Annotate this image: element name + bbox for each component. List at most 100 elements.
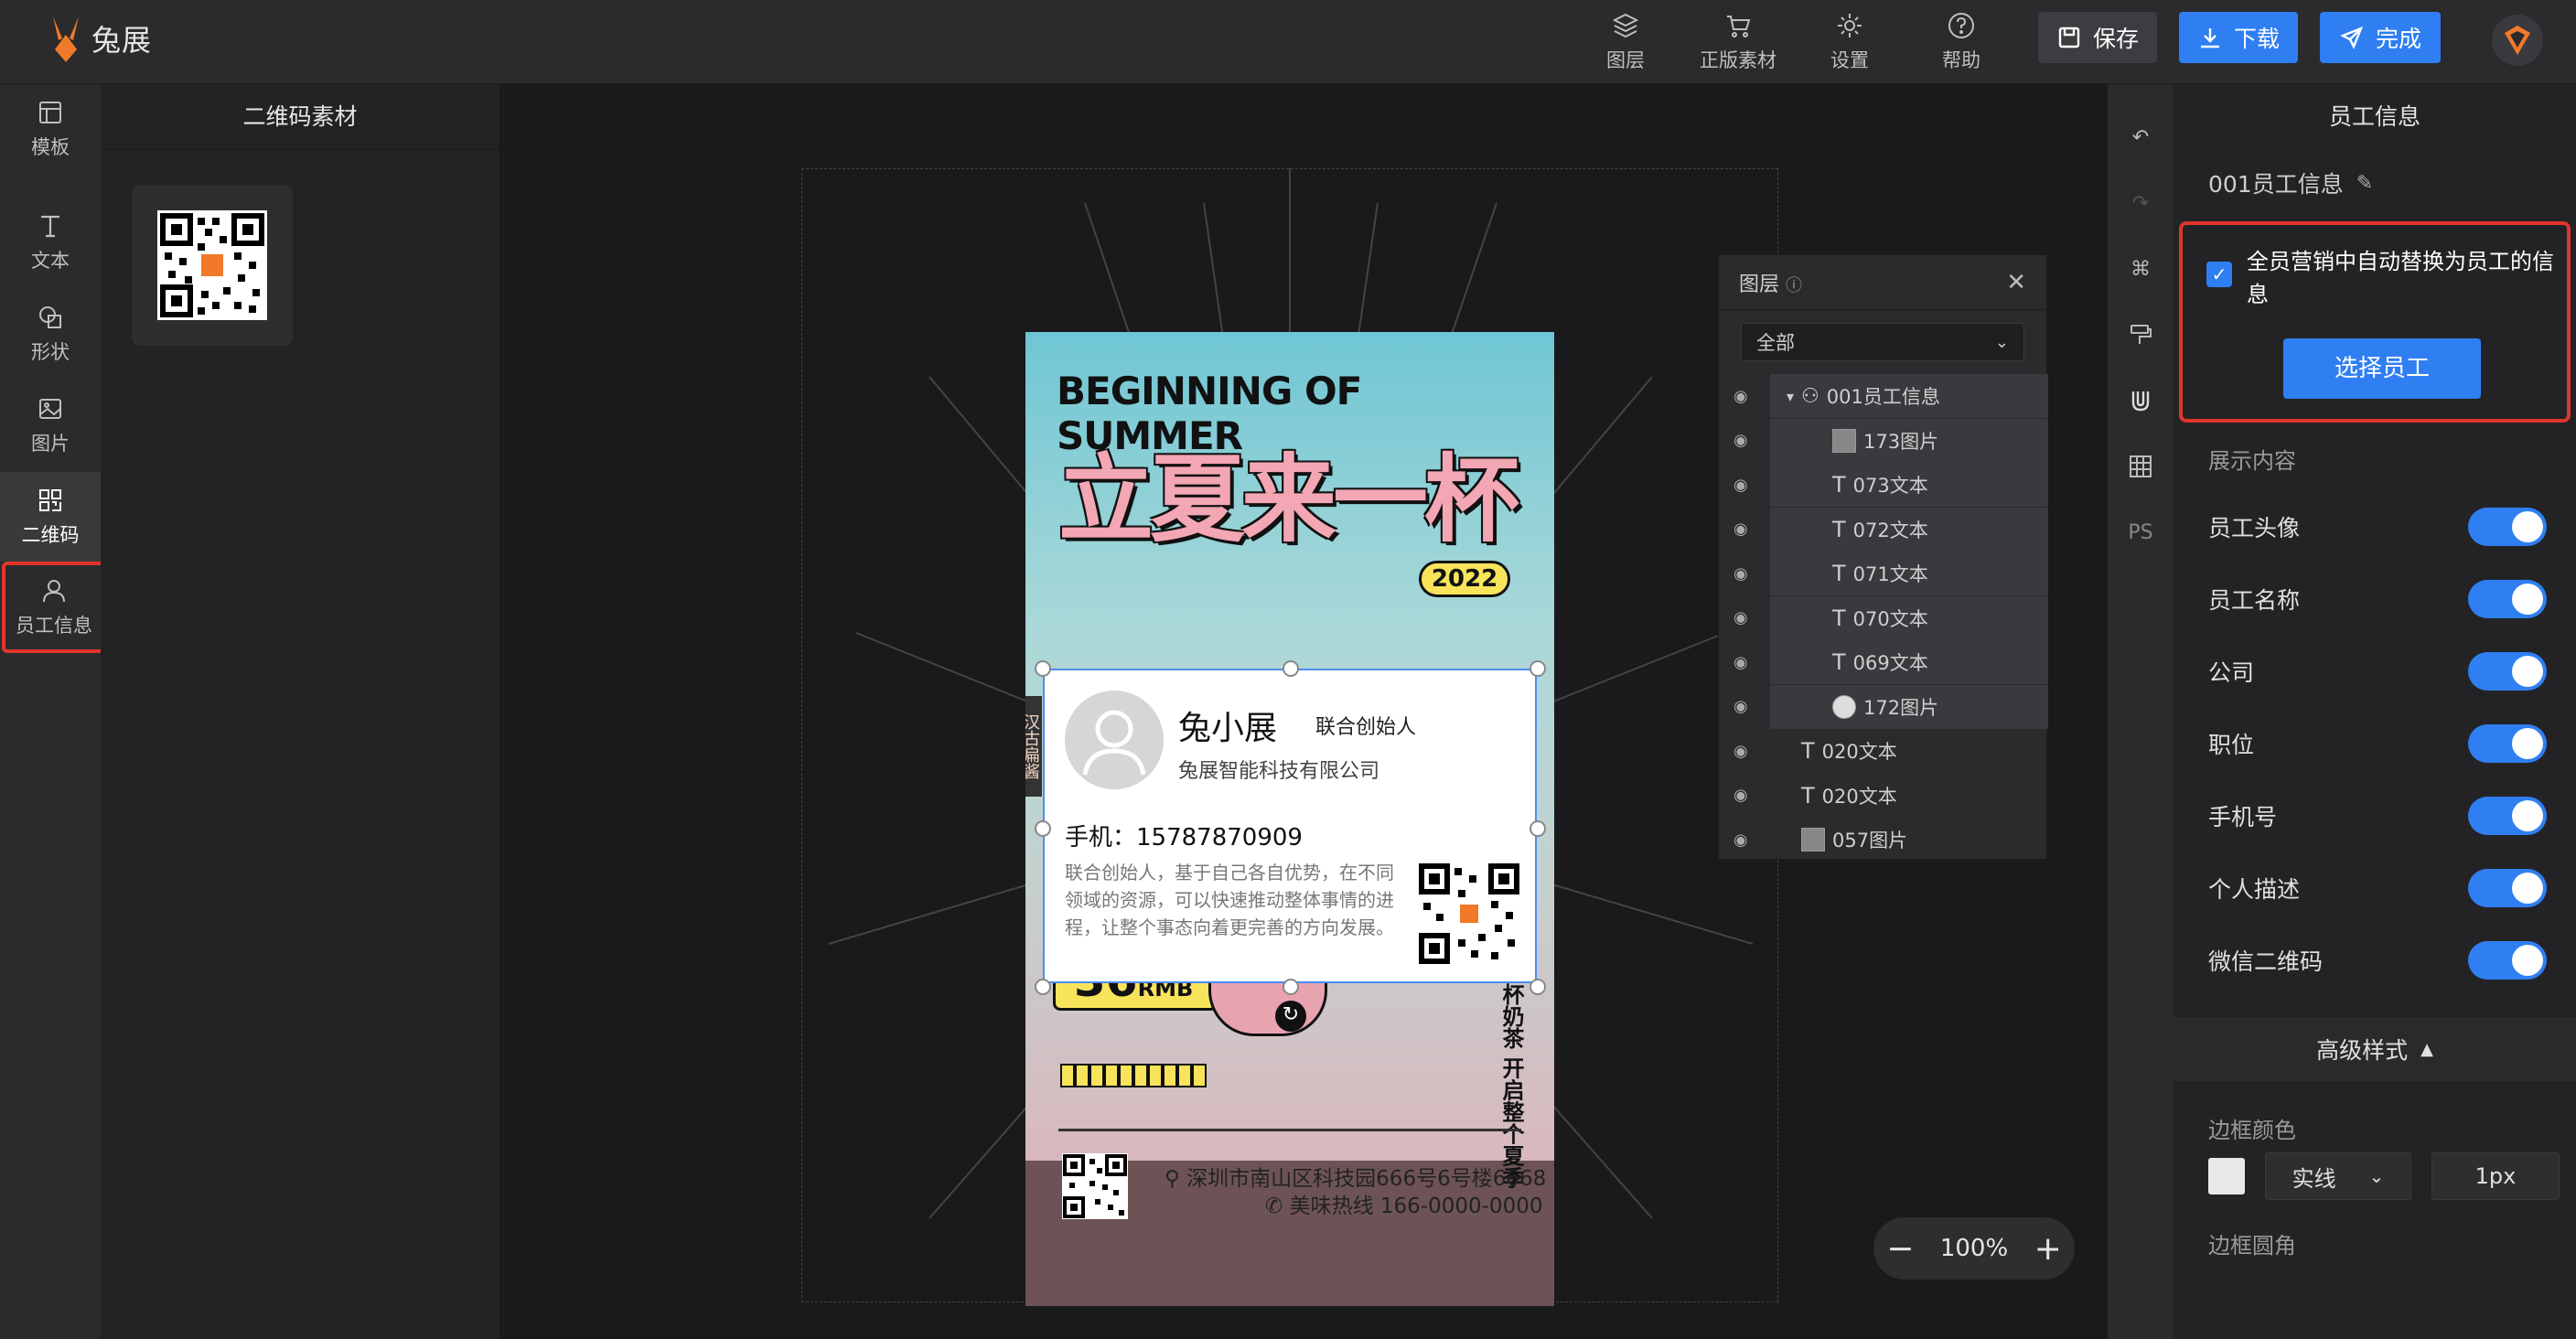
toggle-switch[interactable] bbox=[2468, 580, 2547, 618]
poster[interactable]: BEGINNING OF SUMMER 立夏来一杯 2022 36RMB 夏至一… bbox=[1025, 332, 1554, 1306]
format-painter-icon[interactable] bbox=[2124, 318, 2157, 351]
layer-name-field[interactable]: 001员工信息 ✎ bbox=[2208, 166, 2373, 199]
layer-row[interactable]: ◉ T 020文本 bbox=[1719, 774, 2048, 818]
help-icon bbox=[1948, 13, 1974, 38]
layer-row[interactable]: ◉ ▾ ⚇ 001员工信息 bbox=[1733, 374, 2048, 418]
magnet-icon[interactable] bbox=[2124, 384, 2157, 417]
rotate-handle-icon[interactable]: ↻ bbox=[1275, 1001, 1306, 1032]
border-color-swatch[interactable] bbox=[2208, 1158, 2245, 1194]
layer-row[interactable]: ◉ T 069文本 bbox=[1733, 640, 2048, 684]
resize-handle-tl[interactable] bbox=[1035, 660, 1051, 677]
visibility-eye-icon[interactable]: ◉ bbox=[1733, 431, 1748, 450]
resize-handle-l[interactable] bbox=[1035, 820, 1051, 837]
visibility-eye-icon[interactable]: ◉ bbox=[1733, 608, 1748, 627]
settings-tool[interactable]: 设置 bbox=[1799, 9, 1900, 75]
undo-icon[interactable]: ↶ bbox=[2124, 121, 2157, 154]
nav-text[interactable]: 文本 bbox=[0, 198, 101, 287]
nav-template[interactable]: 模板 bbox=[0, 84, 101, 174]
nav-staff-info[interactable]: 员工信息 bbox=[2, 562, 106, 653]
command-icon[interactable]: ⌘ bbox=[2124, 252, 2157, 285]
toggle-switch[interactable] bbox=[2468, 652, 2547, 691]
resize-handle-tr[interactable] bbox=[1530, 660, 1546, 677]
display-toggle-row: 员工头像 bbox=[2208, 505, 2547, 549]
resize-handle-bl[interactable] bbox=[1035, 979, 1051, 995]
user-icon: ⚇ bbox=[1801, 384, 1819, 408]
layer-row[interactable]: ◉ T 073文本 bbox=[1733, 463, 2048, 507]
zoom-out-icon[interactable]: − bbox=[1886, 1230, 1914, 1268]
nav-image[interactable]: 图片 bbox=[0, 380, 101, 470]
qrcode-asset-item[interactable] bbox=[132, 185, 293, 346]
caret-down-icon[interactable]: ▾ bbox=[1787, 388, 1794, 405]
staff-phone[interactable]: 手机：15787870909 bbox=[1065, 819, 1303, 852]
resize-handle-br[interactable] bbox=[1530, 979, 1546, 995]
layer-row[interactable]: ◉ T 071文本 bbox=[1733, 552, 2048, 595]
grid-icon[interactable] bbox=[2124, 450, 2157, 483]
resize-handle-r[interactable] bbox=[1530, 820, 1546, 837]
resize-handle-t[interactable] bbox=[1283, 660, 1299, 677]
visibility-eye-icon[interactable]: ◉ bbox=[1733, 697, 1748, 716]
image-thumbnail-icon bbox=[1832, 694, 1856, 719]
visibility-eye-icon[interactable]: ◉ bbox=[1733, 653, 1748, 672]
visibility-eye-icon[interactable]: ◉ bbox=[1733, 387, 1748, 406]
visibility-eye-icon[interactable]: ◉ bbox=[1733, 786, 1748, 805]
user-avatar[interactable] bbox=[2492, 15, 2543, 66]
edit-pencil-icon[interactable]: ✎ bbox=[2356, 172, 2373, 195]
poster-title-cn[interactable]: 立夏来一杯 bbox=[1058, 422, 1519, 560]
nav-shape[interactable]: 形状 bbox=[0, 289, 101, 379]
staff-avatar[interactable] bbox=[1065, 691, 1164, 789]
visibility-eye-icon[interactable]: ◉ bbox=[1733, 830, 1748, 850]
toggle-switch[interactable] bbox=[2468, 797, 2547, 835]
toggle-switch[interactable] bbox=[2468, 941, 2547, 980]
poster-side-tag[interactable]: 汉古扁酱 bbox=[1025, 696, 1042, 797]
layer-name: 070文本 bbox=[1852, 607, 1928, 630]
settings-label: 设置 bbox=[1830, 49, 1869, 71]
close-icon[interactable]: ✕ bbox=[2006, 269, 2026, 296]
layer-row[interactable]: ◉ T 070文本 bbox=[1733, 595, 2048, 640]
poster-address[interactable]: ⚲ 深圳市南山区科技园666号6号楼6668 bbox=[1165, 1161, 1546, 1192]
stock-assets-tool[interactable]: 正版素材 bbox=[1688, 9, 1788, 75]
border-style-select[interactable]: 实线 ⌄ bbox=[2265, 1152, 2411, 1200]
layer-row[interactable]: ◉ T 020文本 bbox=[1719, 729, 2048, 773]
nav-staff-info-label: 员工信息 bbox=[16, 615, 92, 637]
ps-import-button[interactable]: PS bbox=[2124, 516, 2157, 549]
border-width-input[interactable]: 1px bbox=[2431, 1152, 2560, 1200]
select-staff-button[interactable]: 选择员工 bbox=[2283, 338, 2481, 399]
zoom-in-icon[interactable]: + bbox=[2034, 1230, 2062, 1268]
finish-button[interactable]: 完成 bbox=[2320, 12, 2441, 63]
toggle-switch[interactable] bbox=[2468, 869, 2547, 907]
visibility-eye-icon[interactable]: ◉ bbox=[1733, 476, 1748, 495]
staff-position[interactable]: 联合创始人 bbox=[1315, 711, 1416, 740]
visibility-eye-icon[interactable]: ◉ bbox=[1733, 520, 1748, 539]
resize-handle-b[interactable] bbox=[1283, 979, 1299, 995]
text-icon: T bbox=[1832, 561, 1846, 586]
staff-name[interactable]: 兔小展 bbox=[1178, 702, 1277, 749]
toggle-switch[interactable] bbox=[2468, 724, 2547, 763]
info-icon[interactable]: ⓘ bbox=[1786, 276, 1802, 295]
save-button[interactable]: 保存 bbox=[2038, 12, 2157, 63]
download-button[interactable]: 下载 bbox=[2179, 12, 2298, 63]
layer-row[interactable]: ◉ 057图片 bbox=[1719, 818, 2048, 862]
layer-row[interactable]: ◉ T 072文本 bbox=[1733, 507, 2048, 552]
layers-filter-select[interactable]: 全部 ⌄ bbox=[1741, 323, 2024, 361]
toggle-switch[interactable] bbox=[2468, 508, 2547, 546]
layer-row[interactable]: ◉ 173图片 bbox=[1733, 418, 2048, 463]
help-tool[interactable]: 帮助 bbox=[1911, 9, 2012, 75]
auto-replace-checkbox[interactable]: ✓ bbox=[2206, 262, 2232, 287]
staff-wechat-qrcode-icon[interactable] bbox=[1418, 862, 1520, 965]
app-logo[interactable]: 兔展 bbox=[46, 13, 152, 64]
staff-company[interactable]: 兔展智能科技有限公司 bbox=[1178, 755, 1379, 784]
visibility-eye-icon[interactable]: ◉ bbox=[1733, 564, 1748, 584]
stock-assets-label: 正版素材 bbox=[1700, 49, 1776, 71]
visibility-eye-icon[interactable]: ◉ bbox=[1733, 742, 1748, 761]
layer-row[interactable]: ◉ 172图片 bbox=[1733, 684, 2048, 729]
staff-description[interactable]: 联合创始人，基于自己各自优势，在不同领域的资源，可以快速推动整体事情的进程，让整… bbox=[1065, 859, 1394, 941]
redo-icon[interactable]: ↷ bbox=[2124, 187, 2157, 220]
poster-hotline[interactable]: ✆ 美味热线 166-0000-0000 bbox=[1265, 1188, 1542, 1219]
layers-tool[interactable]: 图层 bbox=[1575, 9, 1676, 75]
poster-qrcode-icon[interactable] bbox=[1062, 1153, 1128, 1219]
right-toolbar: ↶ ↷ ⌘ PS bbox=[2108, 84, 2174, 1339]
nav-qrcode[interactable]: 二维码 bbox=[0, 472, 101, 562]
staff-info-card[interactable]: 兔小展 联合创始人 兔展智能科技有限公司 手机：15787870909 联合创始… bbox=[1043, 669, 1537, 983]
poster-year-badge[interactable]: 2022 bbox=[1419, 561, 1510, 597]
advanced-style-toggle[interactable]: 高级样式 ▲ bbox=[2174, 1017, 2576, 1081]
